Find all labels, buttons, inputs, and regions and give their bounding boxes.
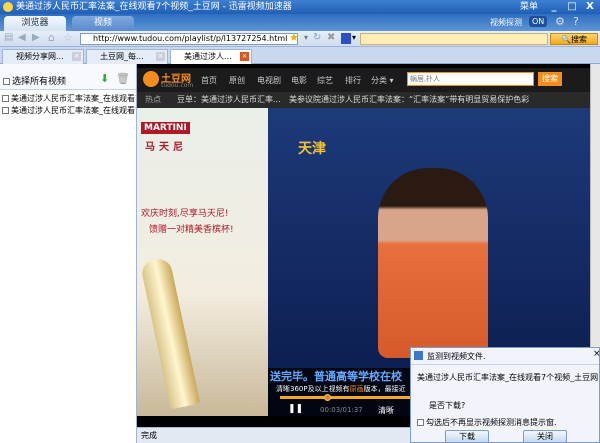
nav-tv[interactable]: 电视剧 [257, 75, 281, 86]
dialog-question: 是否下载? [429, 401, 466, 410]
hot-bar: 热点 豆单：美通过涉人民币汇率... 美参议院通过涉人民币汇率法案：“汇率法案”… [137, 92, 590, 108]
tudou-search-button[interactable]: 搜索 [538, 72, 562, 86]
list-item[interactable]: 美通过涉人民币汇率法案_在线观看7 [0, 105, 136, 117]
title-bar: 美通过涉人民币汇率法案_在线观看7个视频_土豆网 - 迅雷视频加速器 菜单 _ … [0, 0, 600, 14]
refresh-icon[interactable]: ↻ [313, 32, 321, 43]
tudou-header: 土豆网 tudou.com 首页 原创 电视剧 电影 综艺 排行 分类 ▾ 搜索 [137, 68, 590, 92]
browser-tab-bar: 视频分享网... × 土豆网_每... × 美通过涉人... × [0, 47, 600, 64]
search-input[interactable] [360, 33, 548, 45]
video-list-panel: 选择所有视频 ⬇ 🗑 美通过涉人民币汇率法案_在线观看7 美通过涉人民币汇率法案… [0, 64, 137, 443]
dialog-icon [414, 351, 423, 360]
select-all-row: 选择所有视频 ⬇ 🗑 [0, 64, 136, 90]
minimize-button[interactable]: _ [548, 1, 560, 13]
nav-variety[interactable]: 综艺 [317, 75, 333, 86]
close-tab-icon[interactable]: × [72, 52, 81, 61]
hot-label: 热点 [145, 95, 161, 104]
quality-notice: 清晰360P及以上视频有原画版本，最接近 [276, 385, 406, 393]
tudou-logo-icon [143, 71, 159, 87]
maximize-button[interactable]: □ [566, 1, 578, 13]
select-all-checkbox[interactable] [3, 78, 10, 85]
menu-button[interactable]: 菜单 [520, 0, 538, 14]
quality-button[interactable]: 清晰 [378, 405, 394, 416]
progress-handle[interactable] [323, 394, 331, 401]
favorite-icon[interactable]: ☆ [63, 31, 73, 44]
tudou-logo-sub: tudou.com [161, 82, 194, 89]
main-tab-bar: 浏览器 视频 视频探测 ON ⚙ ? [0, 14, 600, 31]
close-button[interactable]: X [584, 1, 596, 13]
browser-tab[interactable]: 土豆网_每... × [86, 49, 168, 64]
hot-link[interactable]: 美参议院通过涉人民币汇率法案：“汇率法案”带有明显贸易保护色彩 [289, 92, 529, 108]
detect-label: 视频探测 [490, 18, 522, 27]
close-tab-icon[interactable]: × [240, 52, 249, 61]
tab-video[interactable]: 视频 [72, 16, 134, 31]
dialog-close-icon[interactable]: × [593, 349, 600, 359]
dont-show-option[interactable]: 勾选后不再显示视频探测消息提示窗. [417, 417, 557, 428]
dont-show-checkbox[interactable] [417, 419, 424, 426]
browser-tab-active[interactable]: 美通过涉人... × [170, 49, 252, 64]
gear-icon[interactable]: ⚙ [555, 15, 565, 28]
bookmark-star-icon[interactable]: ★ [289, 31, 299, 44]
nav-movie[interactable]: 电影 [291, 75, 307, 86]
download-button[interactable]: 下载 [445, 430, 489, 443]
nav-category[interactable]: 分类 ▾ [371, 75, 394, 86]
video-detected-dialog: 监测到视频文件. × 美通过涉人民币汇率法案_在线观看7个视频_土豆网 是否下载… [410, 347, 600, 443]
stop-icon[interactable]: ✖ [327, 32, 335, 43]
window-title: 美通过涉人民币汇率法案_在线观看7个视频_土豆网 - 迅雷视频加速器 [16, 2, 292, 12]
home-icon[interactable]: ⌂ [48, 31, 55, 44]
nav-original[interactable]: 原创 [229, 75, 245, 86]
forward-icon[interactable]: ▶ [32, 32, 40, 43]
ad-brand-cn: 马天尼 [145, 142, 187, 153]
ad-line2: 馈赠一对精美香槟杯! [149, 225, 234, 235]
search-engine-icon[interactable] [341, 33, 351, 44]
address-bar-row: ▤ ◀ ▶ ⌂ ☆ http://www.tudou.com/playlist/… [0, 31, 600, 47]
engine-dropdown-icon[interactable]: ▾ [352, 33, 356, 42]
item-checkbox[interactable] [2, 95, 9, 102]
champagne-glass-image [139, 256, 201, 410]
martini-ad[interactable]: MARTINI 马天尼 欢庆时刻,尽享马天尼! 馈赠一对精美香槟杯! [137, 108, 268, 416]
url-input[interactable]: http://www.tudou.com/playlist/p/l1372725… [80, 33, 298, 45]
dropdown-icon[interactable]: ▾ [304, 33, 308, 42]
trash-icon[interactable]: 🗑 [116, 72, 130, 85]
caption: 送完毕。普通高等学校在校 [270, 370, 402, 383]
app-icon [3, 2, 13, 12]
list-item[interactable]: 美通过涉人民币汇率法案_在线观看7 [0, 93, 136, 105]
hot-link[interactable]: 豆单：美通过涉人民币汇率... [177, 92, 281, 108]
search-button[interactable]: 🔍搜索 [550, 33, 598, 45]
back-icon[interactable]: ◀ [18, 32, 26, 43]
download-icon[interactable]: ⬇ [100, 72, 109, 85]
page-icon[interactable]: ▤ [4, 32, 13, 43]
tab-browser[interactable]: 浏览器 [4, 16, 66, 31]
channel-logo: 天津 [298, 141, 326, 157]
dialog-close-button[interactable]: 关闭 [523, 430, 567, 443]
detect-toggle[interactable]: ON [529, 16, 548, 27]
news-anchor-image [378, 168, 488, 358]
search-icon: 🔍 [561, 35, 571, 44]
time-display: 00:03/01:37 [320, 406, 363, 414]
pause-icon[interactable]: ❚❚ [288, 404, 303, 414]
tudou-search-input[interactable] [407, 72, 534, 86]
dialog-filename: 美通过涉人民币汇率法案_在线观看7个视频_土豆网 [417, 373, 599, 382]
close-tab-icon[interactable]: × [156, 52, 165, 61]
help-icon[interactable]: ? [573, 15, 579, 28]
browser-tab[interactable]: 视频分享网... × [2, 49, 84, 64]
nav-home[interactable]: 首页 [201, 75, 217, 86]
nav-ranking[interactable]: 排行 [345, 75, 361, 86]
dialog-title: 监测到视频文件. [427, 352, 486, 361]
ad-brand: MARTINI [141, 122, 190, 134]
ad-line1: 欢庆时刻,尽享马天尼! [141, 209, 229, 219]
item-checkbox[interactable] [2, 107, 9, 114]
